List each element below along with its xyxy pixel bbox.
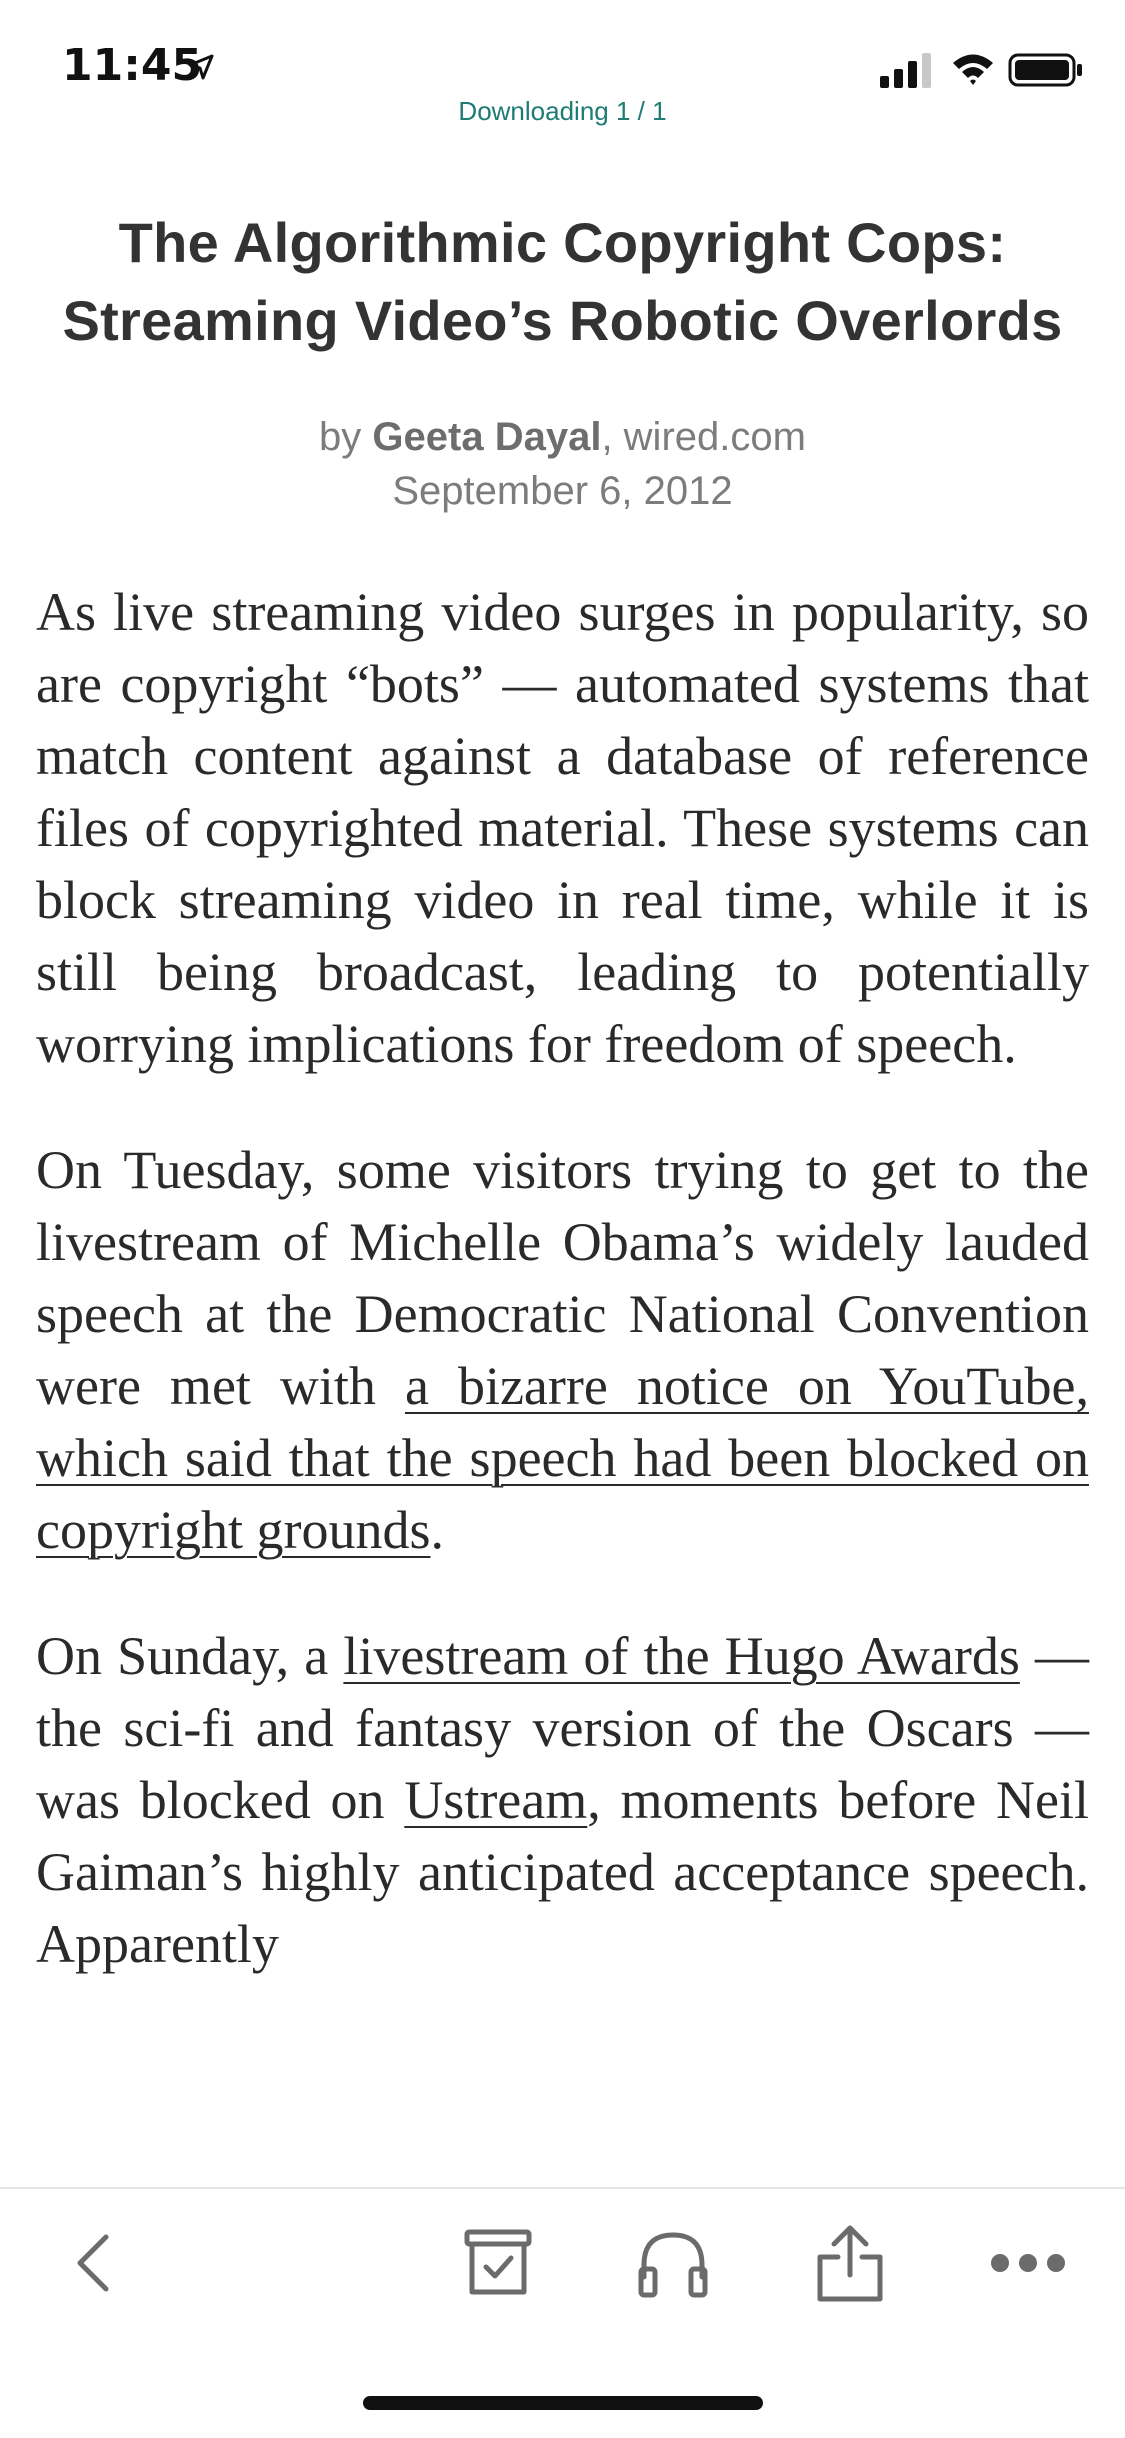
article-body: As live streaming video surges in popula… [36, 576, 1089, 1980]
article: The Algorithmic Copyright Cops: Streamin… [36, 204, 1089, 2034]
download-status: Downloading 1 / 1 [458, 96, 667, 126]
location-arrow-icon [188, 54, 214, 80]
byline: by Geeta Dayal, wired.com September 6, 2… [36, 410, 1089, 518]
chevron-left-icon[interactable] [68, 2231, 118, 2295]
byline-source: , wired.com [601, 415, 806, 459]
paragraph-3: On Sunday, a livestream of the Hugo Awar… [36, 1620, 1089, 1980]
share-icon[interactable] [814, 2223, 886, 2303]
paragraph-2: On Tuesday, some visitors trying to get … [36, 1134, 1089, 1566]
byline-author: Geeta Dayal [372, 415, 602, 459]
more-dots-icon[interactable] [990, 2251, 1066, 2275]
byline-prefix: by [319, 415, 373, 459]
cellular-signal-icon [880, 53, 931, 88]
status-time: 11:45 [62, 40, 203, 91]
paragraph-2-text-2: . [430, 1500, 444, 1560]
battery-icon [1008, 53, 1082, 87]
link-hugo-awards-livestream[interactable]: livestream of the Hugo Awards [343, 1626, 1019, 1686]
link-ustream[interactable]: Ustream [404, 1770, 587, 1830]
wifi-icon [953, 54, 993, 85]
headphones-icon[interactable] [636, 2229, 710, 2299]
paragraph-3-text-1: On Sunday, a [36, 1626, 344, 1686]
archive-check-icon[interactable] [464, 2229, 532, 2297]
paragraph-1: As live streaming video surges in popula… [36, 582, 1089, 1074]
article-title-line2: Streaming Video’s Robotic Overlords [62, 289, 1063, 352]
home-indicator[interactable] [363, 2396, 763, 2410]
article-title: The Algorithmic Copyright Cops: Streamin… [36, 204, 1089, 360]
article-title-line1: The Algorithmic Copyright Cops: [118, 211, 1007, 274]
byline-date: September 6, 2012 [392, 469, 733, 513]
